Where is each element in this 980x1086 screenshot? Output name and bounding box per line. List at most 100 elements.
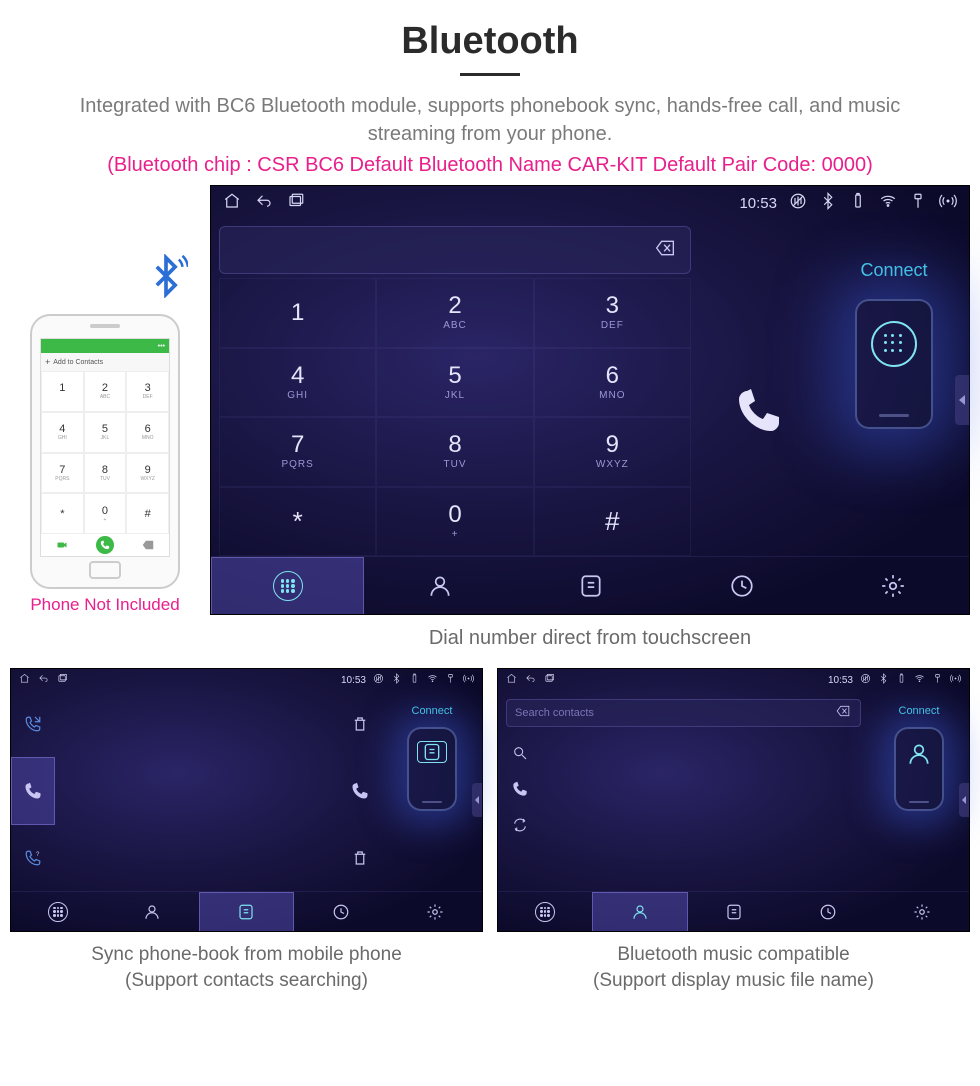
key-4[interactable]: 4GHI xyxy=(219,348,376,418)
dial-display xyxy=(219,226,691,274)
title-underline xyxy=(460,73,520,76)
usb-icon xyxy=(445,671,456,689)
action-search[interactable] xyxy=(498,735,869,771)
phone-mock-backspace-icon xyxy=(126,534,169,556)
key-1[interactable]: 1 xyxy=(219,278,376,348)
mute-icon xyxy=(373,671,384,689)
nav-dialpad[interactable] xyxy=(211,557,364,614)
recent-icon[interactable] xyxy=(287,192,305,215)
key-8[interactable]: 8TUV xyxy=(376,417,533,487)
search-contacts-input[interactable]: Search contacts xyxy=(506,699,861,727)
nav-contacts[interactable] xyxy=(105,892,199,931)
device-connect-button[interactable] xyxy=(855,299,933,429)
search-placeholder: Search contacts xyxy=(515,707,826,719)
caption-phonebook: Sync phone-book from mobile phone(Suppor… xyxy=(10,942,483,993)
mute-icon xyxy=(860,671,871,689)
key-hash[interactable]: # xyxy=(534,487,691,557)
delete-all-button[interactable] xyxy=(338,824,382,891)
nav-phonebook[interactable] xyxy=(515,557,666,614)
home-icon[interactable] xyxy=(506,671,517,689)
phone-not-included-label: Phone Not Included xyxy=(10,595,200,615)
key-3[interactable]: 3DEF xyxy=(534,278,691,348)
drawer-handle[interactable] xyxy=(959,783,969,817)
home-icon[interactable] xyxy=(223,192,241,215)
page-description: Integrated with BC6 Bluetooth module, su… xyxy=(40,92,940,148)
nav-music[interactable] xyxy=(667,557,818,614)
key-9[interactable]: 9WXYZ xyxy=(534,417,691,487)
nav-dialpad[interactable] xyxy=(11,892,105,931)
nav-music[interactable] xyxy=(781,892,875,931)
rail-missed-calls[interactable] xyxy=(11,825,55,891)
bluetooth-status-icon xyxy=(819,192,837,215)
phone-mock-add-contact: Add to Contacts xyxy=(41,353,169,371)
usb-icon xyxy=(932,671,943,689)
connect-label: Connect xyxy=(860,260,927,281)
signal-icon xyxy=(939,192,957,215)
rail-received-calls[interactable] xyxy=(11,757,55,825)
wifi-icon xyxy=(427,671,438,689)
nav-settings[interactable] xyxy=(875,892,969,931)
key-7[interactable]: 7PQRS xyxy=(219,417,376,487)
nav-dialpad[interactable] xyxy=(498,892,592,931)
battery-icon xyxy=(849,192,867,215)
nav-phonebook[interactable] xyxy=(199,892,295,931)
phone-mockup: ••• Add to Contacts 1 2ABC 3DEF 4GHI 5JK… xyxy=(30,314,180,589)
page-title: Bluetooth xyxy=(40,20,940,63)
head-unit-dialer: 10:53 12ABC3DEF 4GHI5JKL6MNO 7PQRS8TUV9WXY… xyxy=(210,185,970,615)
drawer-handle[interactable] xyxy=(955,375,969,425)
status-time: 10:53 xyxy=(828,675,853,686)
nav-phonebook[interactable] xyxy=(688,892,782,931)
usb-icon xyxy=(909,192,927,215)
device-connect-button[interactable] xyxy=(894,727,944,811)
mute-icon xyxy=(789,192,807,215)
action-call[interactable] xyxy=(498,771,869,807)
back-icon[interactable] xyxy=(255,192,273,215)
recent-icon[interactable] xyxy=(544,671,555,689)
home-icon[interactable] xyxy=(19,671,30,689)
bluetooth-icon xyxy=(144,254,188,303)
battery-icon xyxy=(409,671,420,689)
nav-music[interactable] xyxy=(294,892,388,931)
head-unit-contacts: 10:53 Search contacts xyxy=(497,668,970,932)
nav-contacts[interactable] xyxy=(592,892,688,931)
connect-label: Connect xyxy=(899,705,940,717)
drawer-handle[interactable] xyxy=(472,783,482,817)
head-unit-phonebook: 10:53 xyxy=(10,668,483,932)
delete-button[interactable] xyxy=(338,691,382,758)
key-2[interactable]: 2ABC xyxy=(376,278,533,348)
caption-dialer: Dial number direct from touchscreen xyxy=(200,627,980,650)
phone-mock-statusbar: ••• xyxy=(41,339,169,353)
status-bar: 10:53 xyxy=(211,186,969,220)
wifi-icon xyxy=(914,671,925,689)
key-6[interactable]: 6MNO xyxy=(534,348,691,418)
caption-music: Bluetooth music compatible(Support displ… xyxy=(497,942,970,993)
battery-icon xyxy=(896,671,907,689)
connect-label: Connect xyxy=(412,705,453,717)
signal-icon xyxy=(463,671,474,689)
back-icon[interactable] xyxy=(525,671,536,689)
bluetooth-status-icon xyxy=(878,671,889,689)
bluetooth-status-icon xyxy=(391,671,402,689)
phone-mock-call-icon xyxy=(84,534,127,556)
status-time: 10:53 xyxy=(739,195,777,212)
key-5[interactable]: 5JKL xyxy=(376,348,533,418)
recent-icon[interactable] xyxy=(57,671,68,689)
nav-settings[interactable] xyxy=(818,557,969,614)
key-0[interactable]: 0+ xyxy=(376,487,533,557)
key-star[interactable]: * xyxy=(219,487,376,557)
phone-mock-video-icon xyxy=(41,534,84,556)
call-button[interactable] xyxy=(735,387,783,440)
back-icon[interactable] xyxy=(38,671,49,689)
action-sync[interactable] xyxy=(498,807,869,843)
search-clear-icon[interactable] xyxy=(834,704,852,723)
status-time: 10:53 xyxy=(341,675,366,686)
signal-icon xyxy=(950,671,961,689)
wifi-icon xyxy=(879,192,897,215)
rail-outgoing-calls[interactable] xyxy=(11,691,55,757)
backspace-button[interactable] xyxy=(652,238,678,263)
call-button[interactable] xyxy=(338,758,382,825)
nav-contacts[interactable] xyxy=(364,557,515,614)
bluetooth-spec: (Bluetooth chip : CSR BC6 Default Blueto… xyxy=(40,154,940,177)
device-connect-button[interactable] xyxy=(407,727,457,811)
nav-settings[interactable] xyxy=(388,892,482,931)
